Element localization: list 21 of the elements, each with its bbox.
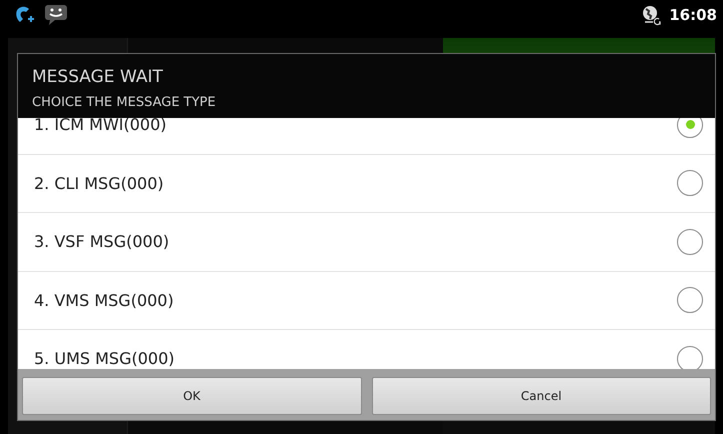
option-label: 4. VMS MSG(000) (34, 290, 175, 310)
option-label: 1. ICM MWI(000) (34, 118, 168, 134)
dialog-subtitle: CHOICE THE MESSAGE TYPE (32, 94, 217, 112)
option-row[interactable]: 2. CLI MSG(000) (18, 154, 715, 213)
cancel-button[interactable]: Cancel (372, 377, 711, 415)
phone-icon (14, 5, 36, 25)
radio-button[interactable] (677, 228, 703, 255)
option-label: 3. VSF MSG(000) (34, 232, 170, 252)
option-label: 5. UMS MSG(000) (34, 349, 176, 368)
smiley-chat-icon (44, 4, 68, 26)
radio-button[interactable] (677, 118, 703, 138)
radio-button[interactable] (677, 287, 703, 314)
option-label: 2. CLI MSG(000) (34, 174, 165, 193)
option-row[interactable]: 1. ICM MWI(000) (18, 118, 715, 154)
radio-button[interactable] (677, 170, 703, 196)
radio-button[interactable] (677, 346, 703, 369)
option-row[interactable]: 4. VMS MSG(000) (18, 272, 715, 330)
option-row[interactable]: 3. VSF MSG(000) (18, 213, 715, 272)
dialog-title: MESSAGE WAIT (32, 66, 164, 89)
status-time: 16:08 (669, 6, 717, 24)
ok-button[interactable]: OK (22, 377, 362, 415)
